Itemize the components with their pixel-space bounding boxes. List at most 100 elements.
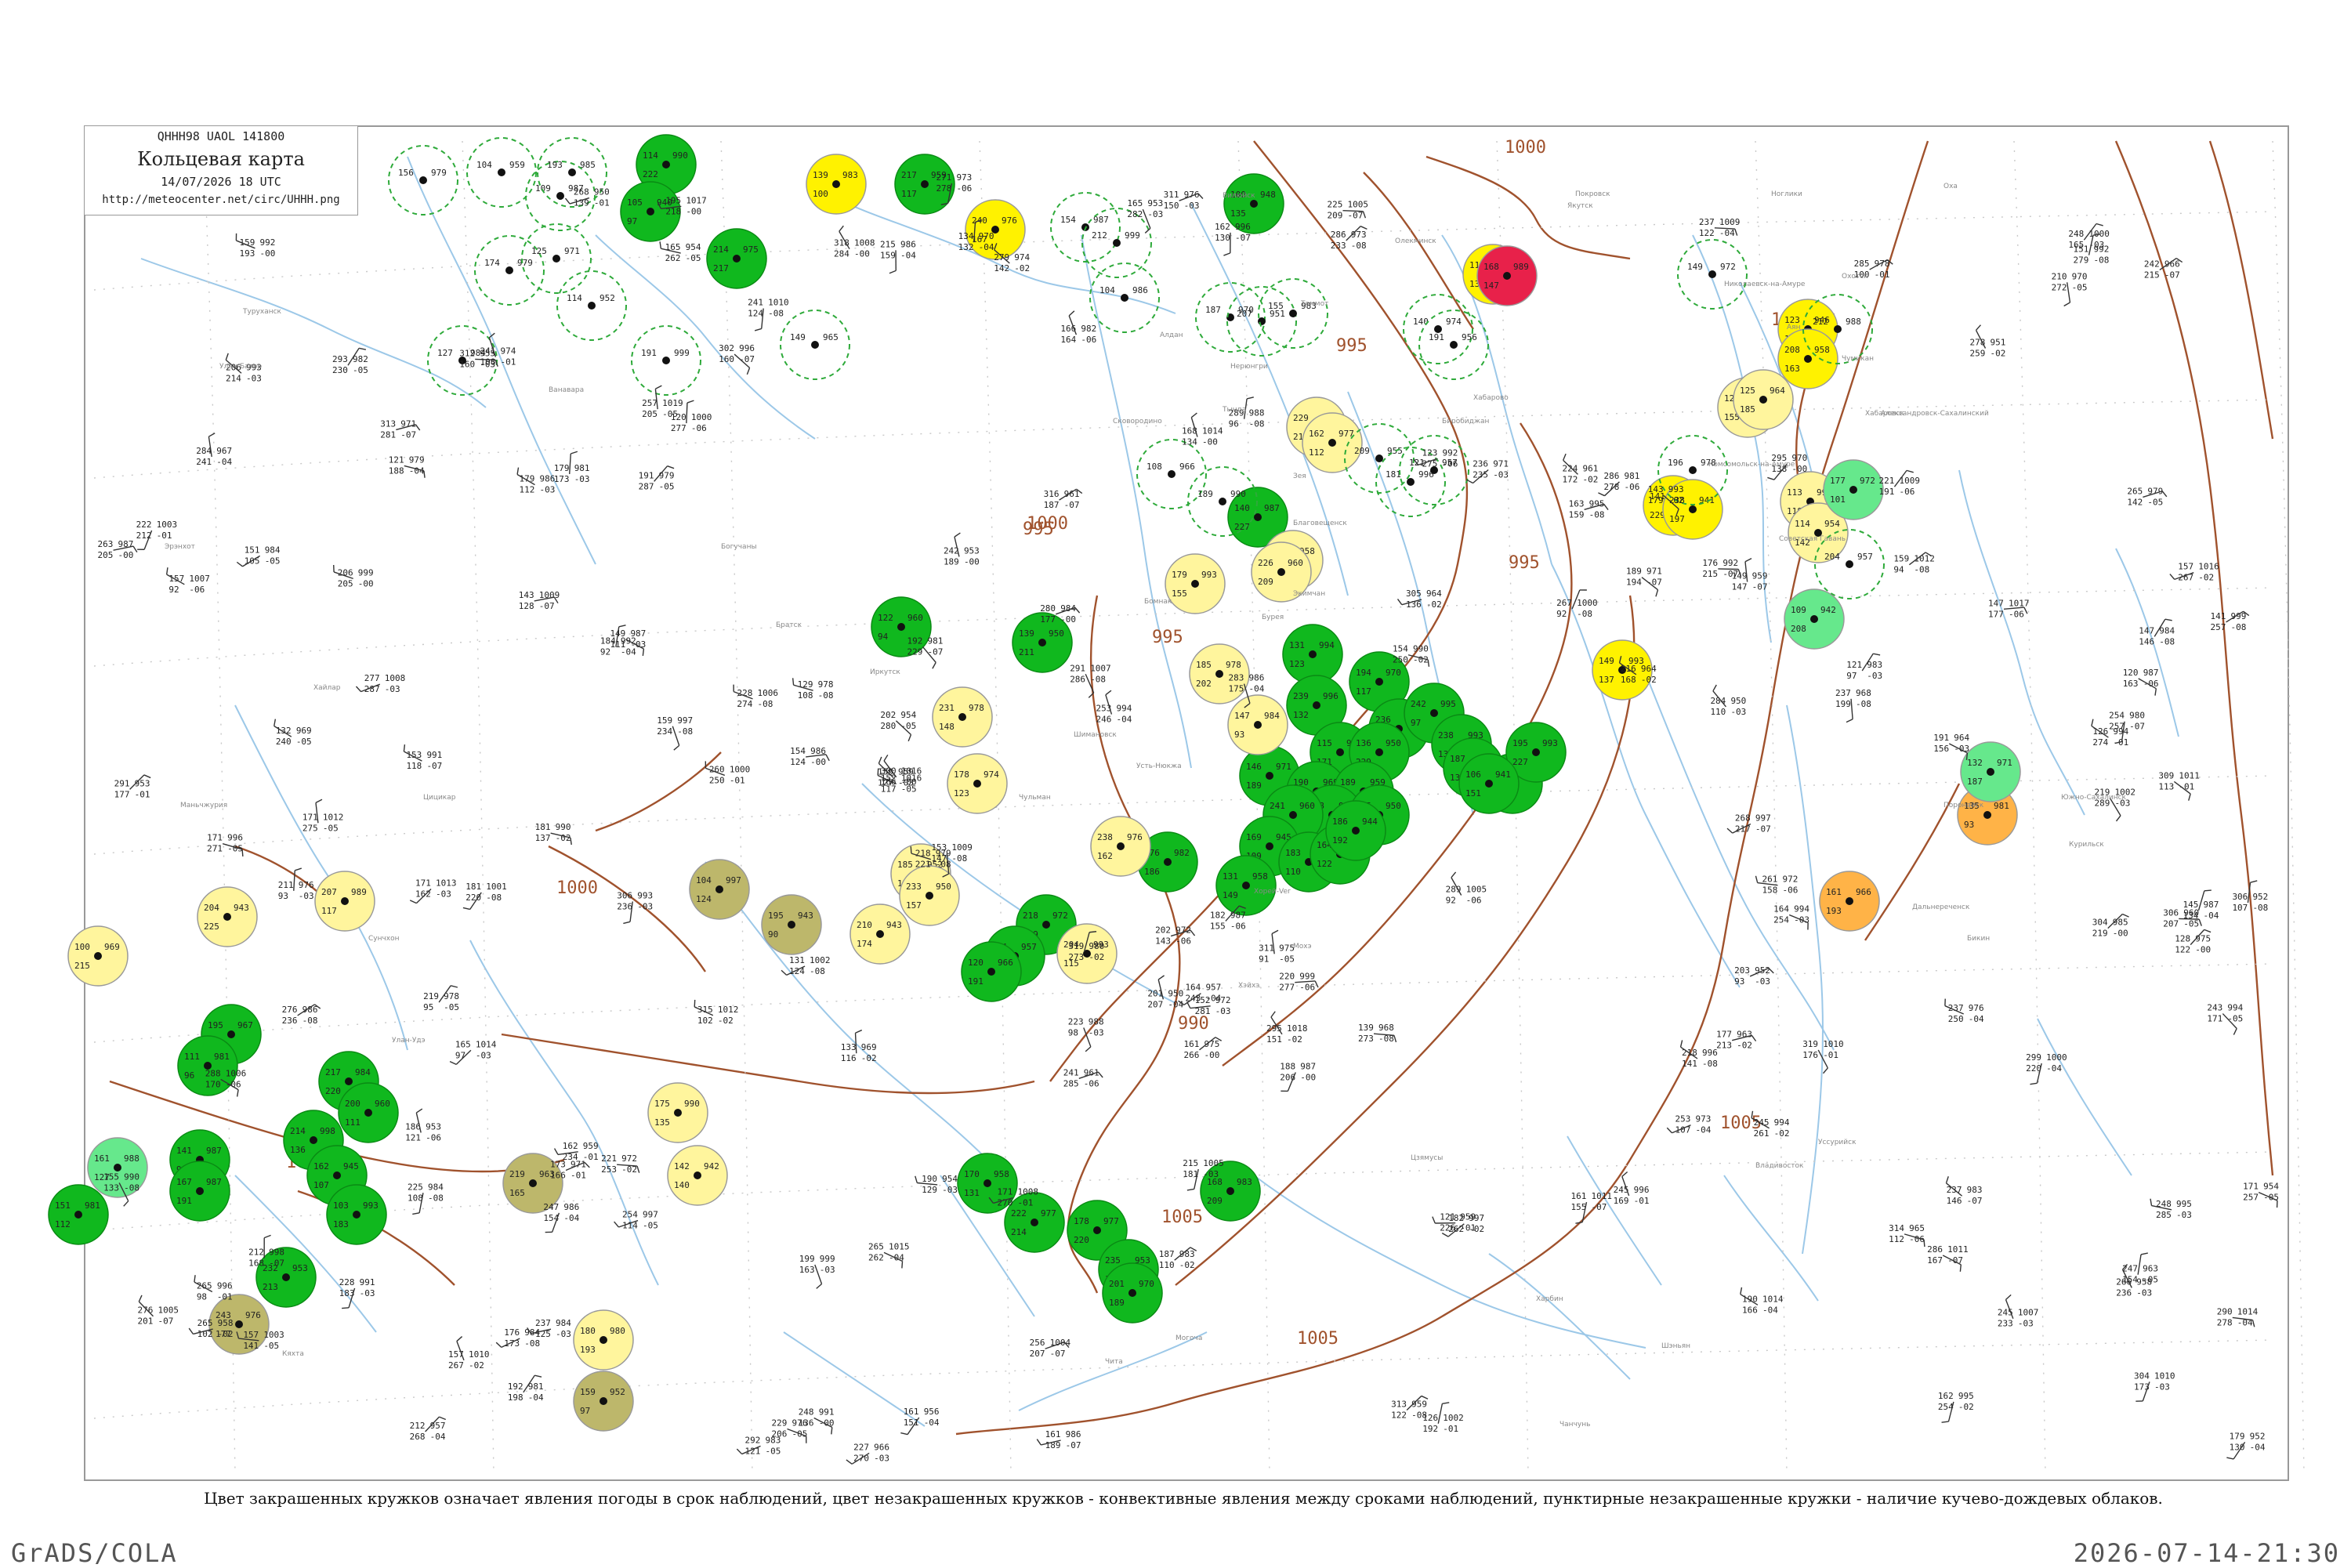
- station-name: Богучаны: [721, 543, 757, 551]
- svg-text:131: 131: [1223, 871, 1238, 882]
- svg-text:-02: -02: [718, 1016, 734, 1026]
- svg-text:168: 168: [1621, 675, 1636, 685]
- svg-text:265: 265: [868, 1241, 884, 1251]
- svg-text:202: 202: [1155, 925, 1171, 936]
- svg-text:209: 209: [1207, 1196, 1223, 1206]
- svg-text:-00: -00: [2113, 929, 2128, 939]
- svg-text:-06: -06: [1230, 921, 1246, 931]
- svg-text:165: 165: [455, 1039, 471, 1049]
- svg-text:167: 167: [1927, 1255, 1943, 1266]
- svg-text:93: 93: [1734, 976, 1744, 987]
- svg-text:-01: -01: [500, 357, 516, 368]
- svg-text:117: 117: [1356, 686, 1371, 697]
- svg-text:-05: -05: [766, 1446, 781, 1456]
- svg-text:157: 157: [906, 900, 922, 911]
- svg-text:1017: 1017: [686, 195, 707, 205]
- svg-text:214: 214: [1011, 1227, 1027, 1237]
- svg-text:-08: -08: [1914, 565, 1929, 575]
- svg-text:274: 274: [2092, 737, 2108, 748]
- svg-text:-07: -07: [539, 601, 555, 611]
- svg-text:986: 986: [1249, 673, 1265, 683]
- svg-text:-04: -04: [563, 1213, 579, 1223]
- station-circle: 151981112: [49, 1185, 108, 1244]
- svg-text:137: 137: [1599, 675, 1614, 685]
- svg-text:191: 191: [176, 1196, 192, 1206]
- svg-text:257: 257: [2243, 1193, 2259, 1203]
- station-name: Маньчжурия: [180, 802, 227, 809]
- svg-text:228: 228: [339, 1277, 355, 1287]
- svg-text:157: 157: [2178, 562, 2193, 572]
- svg-text:983: 983: [1867, 660, 1882, 670]
- svg-text:-04: -04: [1762, 1305, 1778, 1315]
- svg-text:170: 170: [205, 1079, 221, 1089]
- svg-text:-07: -07: [1967, 1196, 1983, 1206]
- station-plot: 261972158-06: [1755, 875, 1798, 896]
- station-plot: 2901014278-04: [2217, 1306, 2259, 1327]
- svg-text:134: 134: [958, 231, 974, 241]
- station-name: Хабарово: [1473, 394, 1509, 402]
- svg-text:961: 961: [1582, 463, 1598, 473]
- svg-text:-03: -03: [246, 373, 262, 383]
- svg-text:285: 285: [2156, 1210, 2172, 1220]
- svg-text:257: 257: [642, 398, 657, 408]
- svg-text:241: 241: [196, 457, 212, 467]
- svg-text:964: 964: [1770, 386, 1785, 396]
- svg-text:149: 149: [1599, 656, 1614, 666]
- svg-text:304: 304: [2092, 918, 2108, 928]
- svg-text:155: 155: [1172, 588, 1187, 599]
- svg-text:222: 222: [643, 169, 658, 179]
- svg-text:293: 293: [332, 354, 348, 364]
- svg-text:999: 999: [1125, 230, 1140, 241]
- svg-text:225: 225: [204, 922, 219, 932]
- station-plot: 165954262-05: [660, 241, 701, 263]
- svg-text:277: 277: [671, 423, 686, 433]
- svg-text:261: 261: [1754, 1128, 1770, 1139]
- svg-text:-03: -03: [540, 485, 556, 495]
- svg-text:-07: -07: [400, 429, 416, 440]
- svg-text:966: 966: [1179, 462, 1195, 472]
- svg-text:999: 999: [2231, 611, 2247, 621]
- svg-text:160: 160: [459, 359, 475, 369]
- svg-text:122: 122: [2175, 945, 2190, 955]
- svg-text:91: 91: [1259, 954, 1269, 964]
- svg-text:256: 256: [1030, 1338, 1045, 1348]
- svg-text:311: 311: [1164, 190, 1179, 200]
- svg-text:1018: 1018: [1287, 1023, 1308, 1034]
- svg-text:110: 110: [1285, 867, 1301, 877]
- svg-text:-04: -04: [1969, 1014, 1984, 1024]
- svg-text:988: 988: [1846, 317, 1861, 327]
- svg-text:-02: -02: [469, 1360, 484, 1371]
- svg-text:982: 982: [1081, 324, 1096, 334]
- svg-text:135: 135: [1230, 208, 1246, 219]
- svg-text:954: 954: [686, 242, 701, 252]
- svg-text:142: 142: [2127, 497, 2143, 507]
- svg-text:950: 950: [1168, 988, 1183, 998]
- svg-text:188: 188: [1280, 1061, 1295, 1071]
- svg-text:-00: -00: [118, 550, 134, 560]
- svg-text:120: 120: [2123, 668, 2139, 678]
- svg-text:950: 950: [1386, 801, 1401, 811]
- svg-text:181: 181: [465, 882, 481, 892]
- svg-text:-06: -06: [1782, 885, 1798, 896]
- svg-text:972: 972: [1720, 262, 1736, 272]
- svg-text:998: 998: [269, 1248, 284, 1258]
- svg-text:-02: -02: [2198, 573, 2214, 583]
- svg-text:969: 969: [104, 942, 120, 952]
- svg-text:207: 207: [1237, 309, 1252, 319]
- svg-text:-08: -08: [1589, 509, 1605, 520]
- map-caption: Цвет закрашенных кружков означает явлени…: [86, 1489, 2280, 1508]
- svg-text:987: 987: [2143, 668, 2159, 678]
- svg-text:223: 223: [1068, 1017, 1084, 1027]
- svg-text:-07: -07: [1347, 211, 1363, 221]
- svg-text:262: 262: [665, 253, 681, 263]
- station-name: Сковородино: [1113, 418, 1162, 425]
- svg-text:193: 193: [1826, 906, 1842, 916]
- svg-text:994: 994: [1319, 640, 1335, 650]
- svg-text:291: 291: [1070, 663, 1085, 673]
- svg-text:958: 958: [994, 1169, 1009, 1179]
- svg-text:1013: 1013: [436, 878, 457, 888]
- station-name: Чанчунь: [1559, 1421, 1590, 1429]
- svg-text:199: 199: [799, 1254, 815, 1264]
- svg-text:972: 972: [1782, 875, 1798, 885]
- svg-text:214: 214: [290, 1126, 306, 1136]
